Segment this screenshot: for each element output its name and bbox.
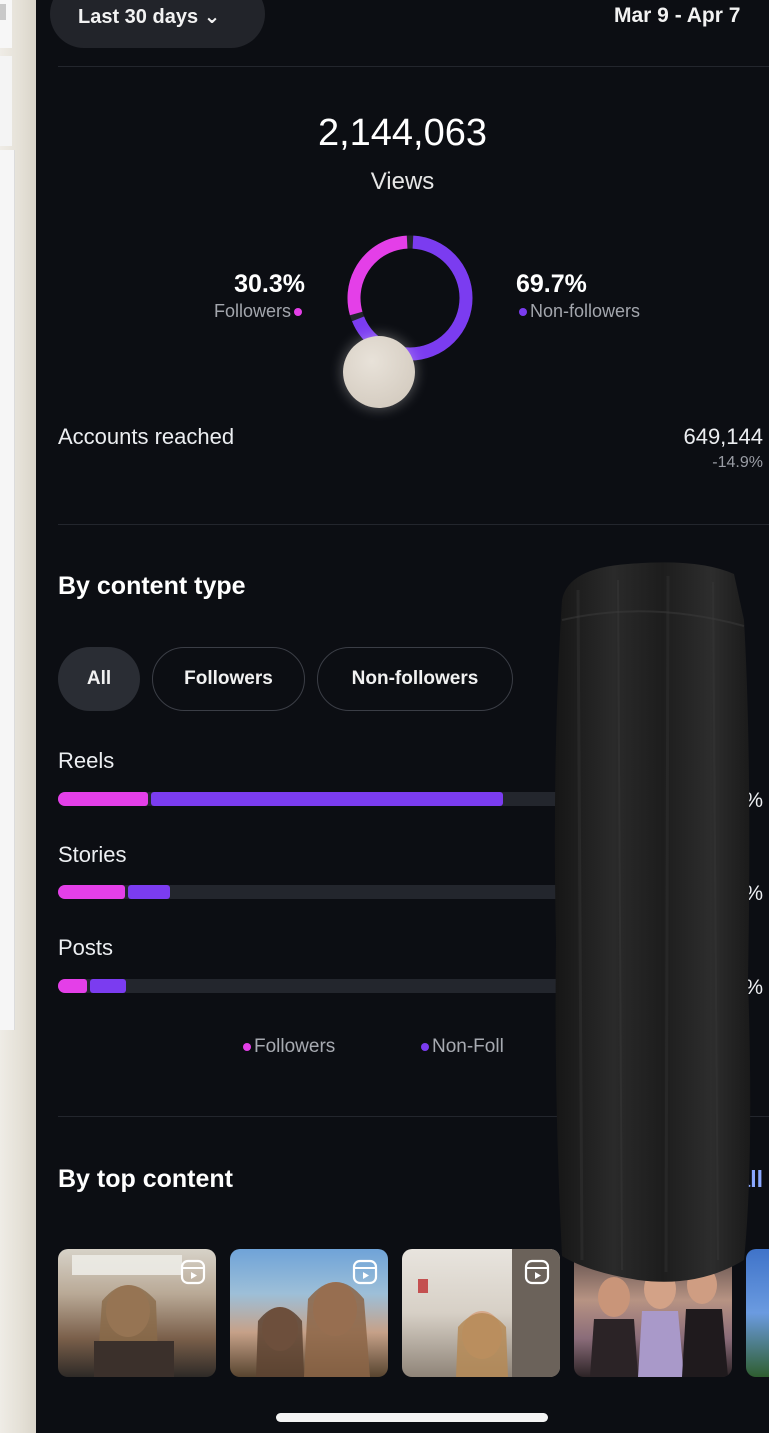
bar-segment-nonfollowers <box>89 979 126 993</box>
redaction-smudge <box>554 562 751 1282</box>
home-indicator <box>276 1413 548 1422</box>
paper-mark <box>0 4 6 20</box>
date-range-label: Last 30 days ⌄ <box>78 6 221 28</box>
views-count: 2,144,063 <box>317 112 488 154</box>
top-content-thumbnail[interactable] <box>58 1249 216 1377</box>
date-range-dropdown[interactable]: Last 30 days ⌄ <box>50 0 265 48</box>
legend-dot-icon <box>243 1042 251 1051</box>
content-row-label: Posts <box>58 935 114 960</box>
followers-dot-icon <box>294 308 302 317</box>
accounts-reached-value: 649,144 <box>683 424 763 449</box>
paper-background <box>0 0 36 1433</box>
top-content-thumbnail[interactable] <box>230 1249 388 1377</box>
content-row-label: Reels <box>58 748 115 773</box>
bar-segment-nonfollowers <box>150 792 503 806</box>
reel-icon <box>180 1259 206 1285</box>
followers-share: 30.3% Followers <box>214 270 305 322</box>
followers-label: Followers <box>213 301 291 321</box>
reel-icon <box>352 1259 378 1285</box>
fingertip-overlay <box>343 336 415 408</box>
divider <box>58 66 769 67</box>
content-row-label: Stories <box>58 842 127 867</box>
divider <box>58 524 769 525</box>
accounts-reached-label: Accounts reached <box>58 424 235 449</box>
accounts-reached-stat: 649,144 -14.9% <box>683 424 763 472</box>
legend-dot-icon <box>421 1042 429 1051</box>
content-type-title: By content type <box>58 572 246 600</box>
legend-followers: Followers <box>240 1036 335 1058</box>
nonfollowers-label: Non-followers <box>530 301 641 321</box>
views-label: Views <box>370 168 435 195</box>
filter-chip-followers[interactable]: Followers <box>152 647 305 711</box>
bar-segment-nonfollowers <box>128 885 170 899</box>
paper-edge <box>0 150 15 1030</box>
top-content-thumbnail[interactable] <box>402 1249 560 1377</box>
phone-screen: Last 30 days ⌄ Mar 9 - Apr 7 2,144,063 V… <box>36 0 769 1433</box>
followers-percent: 30.3% <box>234 270 305 298</box>
legend-followers-label: Followers <box>254 1036 336 1057</box>
top-content-title: By top content <box>58 1165 233 1193</box>
legend-nonfollowers: Non-Foll <box>418 1036 504 1058</box>
reel-icon <box>524 1259 550 1285</box>
paper-edge <box>0 56 12 146</box>
accounts-reached-change: -14.9% <box>712 454 763 471</box>
bar-segment-followers <box>58 979 87 993</box>
legend-nonfollowers-label: Non-Foll <box>432 1036 504 1057</box>
bar-segment-followers <box>58 792 148 806</box>
nonfollowers-percent: 69.7% <box>516 270 587 298</box>
nonfollowers-dot-icon <box>519 308 527 317</box>
nonfollowers-share: 69.7% Non-followers <box>516 270 640 322</box>
filter-chip-all[interactable]: All <box>58 647 140 711</box>
date-range-text: Mar 9 - Apr 7 <box>614 4 741 27</box>
bar-segment-followers <box>58 885 126 899</box>
filter-chip-nonfollowers[interactable]: Non-followers <box>317 647 513 711</box>
